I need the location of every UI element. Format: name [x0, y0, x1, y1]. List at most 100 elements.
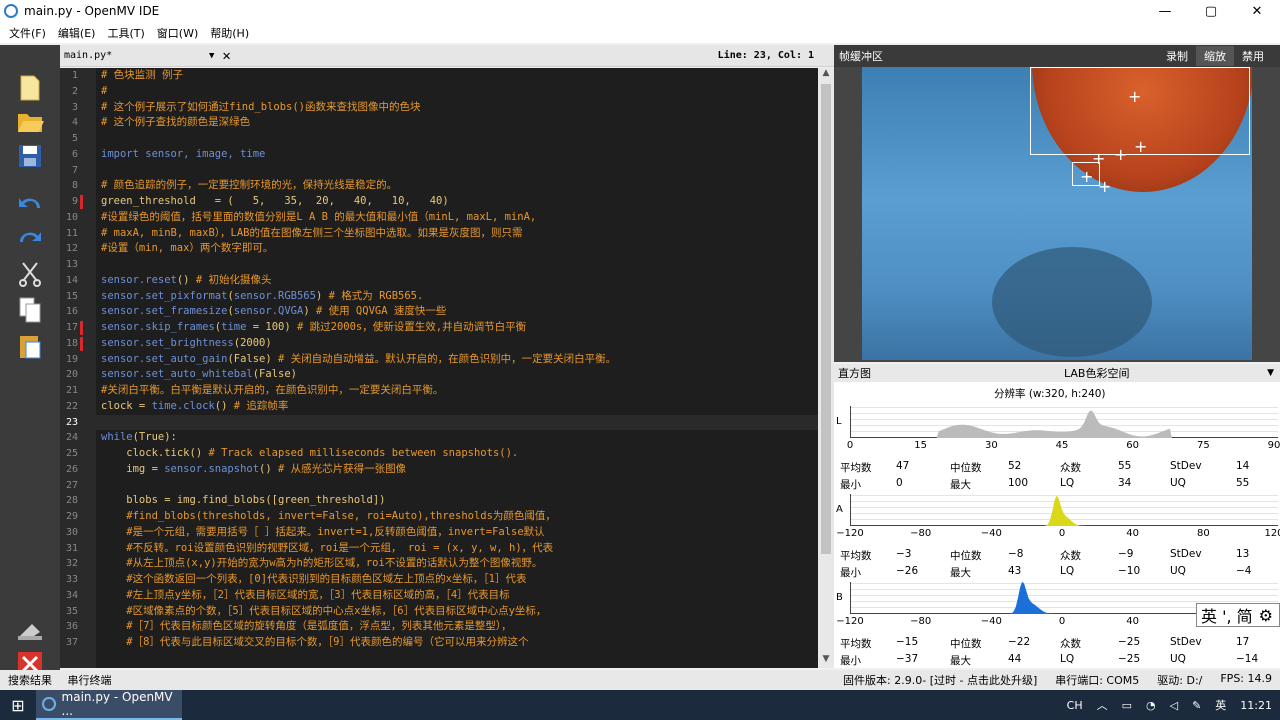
code-line[interactable]: #从左上顶点(x,y)开始的宽为w高为h的矩形区域，roi不设置的话默认为整个图… — [96, 556, 818, 572]
code-line[interactable]: #是一个元组，需要用括号［ ］括起来。invert=1,反转颜色阈值，inver… — [96, 525, 818, 541]
gear-icon[interactable]: ⚙ — [1259, 606, 1273, 625]
close-button[interactable]: ✕ — [1234, 0, 1280, 22]
code-line[interactable]: # 这个例子展示了如何通过find_blobs()函数来查找图像中的色块 — [96, 100, 818, 116]
record-button[interactable]: 录制 — [1158, 46, 1196, 66]
code-line[interactable] — [96, 257, 818, 273]
code-line[interactable]: sensor.skip_frames(time = 100) # 跳过2000s… — [96, 320, 818, 336]
serial-terminal-tab[interactable]: 串行终端 — [68, 674, 112, 687]
file-dropdown-icon[interactable]: ▼ — [209, 51, 214, 61]
serial-port: 串行端口: COM5 — [1055, 674, 1140, 687]
code-line[interactable]: #［7］代表目标颜色区域的旋转角度（是弧度值，浮点型，列表其他元素是整型）， — [96, 619, 818, 635]
firmware-version[interactable]: 固件版本: 2.9.0- [过时 - 点击此处升级] — [843, 672, 1037, 688]
menu-file[interactable]: 文件(F) — [4, 25, 51, 41]
code-line[interactable]: #find_blobs(thresholds, invert=False, ro… — [96, 509, 818, 525]
code-line[interactable]: #这个函数返回一个列表，[0]代表识别到的目标颜色区域左上顶点的x坐标，［1］代… — [96, 572, 818, 588]
code-line[interactable]: while(True): — [96, 430, 818, 446]
undo-icon[interactable] — [14, 187, 46, 217]
minimize-button[interactable]: — — [1142, 0, 1188, 22]
changed-line-marker — [80, 336, 83, 351]
disable-button[interactable]: 禁用 — [1234, 46, 1272, 66]
lang-indicator[interactable]: CH — [1067, 699, 1083, 712]
pen-icon[interactable]: ✎ — [1192, 699, 1201, 712]
windows-start-icon[interactable]: ⊞ — [0, 690, 36, 720]
code-line[interactable]: # 颜色追踪的例子，一定要控制环境的光，保持光线是稳定的。 — [96, 178, 818, 194]
line-number: 19 — [65, 353, 78, 365]
maximize-button[interactable]: ▢ — [1188, 0, 1234, 22]
code-line[interactable]: img = sensor.snapshot() # 从感光芯片获得一张图像 — [96, 462, 818, 478]
save-icon[interactable] — [14, 141, 46, 171]
new-file-icon[interactable] — [14, 73, 46, 103]
editor-scrollbar[interactable]: ▲ ▼ — [818, 68, 834, 668]
scroll-up-icon[interactable]: ▲ — [818, 68, 834, 82]
stat-label: 中位数 — [950, 462, 982, 474]
file-tab[interactable]: main.py* — [64, 50, 209, 61]
cut-icon[interactable] — [14, 259, 46, 289]
connect-icon[interactable] — [14, 615, 46, 645]
code-line[interactable] — [96, 478, 818, 494]
code-line[interactable] — [96, 163, 818, 179]
stat-label: 最小 — [840, 655, 861, 667]
code-line[interactable]: # maxA, minB, maxB），LAB的值在图像左侧三个坐标图中选取。如… — [96, 226, 818, 242]
clock[interactable]: 11:21 — [1240, 699, 1272, 712]
code-line[interactable]: #设置绿色的阈值，括号里面的数值分别是L A B 的最大值和最小值（minL, … — [96, 210, 818, 226]
tick-label: 40 — [1126, 528, 1140, 539]
code-line[interactable]: sensor.set_auto_whitebal(False) — [96, 367, 818, 383]
code-token: # Track elapsed milliseconds between sna… — [208, 447, 519, 459]
code-token: clock = — [101, 399, 152, 412]
search-results-tab[interactable]: 搜索结果 — [8, 674, 52, 687]
code-line[interactable]: # — [96, 84, 818, 100]
code-line[interactable]: #设置（min, max）两个数字即可。 — [96, 241, 818, 257]
copy-icon[interactable] — [14, 295, 46, 325]
code-line[interactable]: sensor.set_framesize(sensor.QVGA) # 使用 Q… — [96, 304, 818, 320]
code-line[interactable] — [96, 131, 818, 147]
code-line[interactable]: #区域像素点的个数，［5］代表目标区域的中心点x坐标，［6］代表目标区域中心点y… — [96, 604, 818, 620]
code-token: sensor.reset — [101, 273, 177, 286]
scroll-down-icon[interactable]: ▼ — [818, 654, 834, 668]
ime-tray-label[interactable]: 英 — [1215, 697, 1226, 713]
wifi-icon[interactable]: ◔ — [1146, 699, 1156, 712]
paste-icon[interactable] — [14, 331, 46, 361]
code-line[interactable]: #左上顶点y坐标，［2］代表目标区域的宽，［3］代表目标区域的高，［4］代表目标 — [96, 588, 818, 604]
scrollbar-thumb[interactable] — [821, 84, 831, 554]
blob-center-cross: + — [1114, 145, 1128, 164]
menu-tools[interactable]: 工具(T) — [102, 25, 149, 41]
close-tab-icon[interactable]: ✕ — [222, 48, 230, 64]
code-token: # 格式为 RGB565. — [328, 289, 424, 302]
code-line[interactable]: blobs = img.find_blobs([green_threshold]… — [96, 493, 818, 509]
chevron-down-icon[interactable]: ▼ — [1267, 368, 1274, 378]
chevron-up-icon[interactable]: ︿ — [1097, 697, 1108, 713]
ime-indicator[interactable]: 英 ', 简 ⚙ — [1196, 603, 1280, 627]
code-line[interactable]: sensor.set_brightness(2000) — [96, 336, 818, 352]
openmv-app-icon — [42, 697, 56, 711]
code-line[interactable]: # 这个例子查找的颜色是深绿色 — [96, 115, 818, 131]
menu-edit[interactable]: 编辑(E) — [53, 25, 101, 41]
code-line[interactable]: # 色块监测 例子 — [96, 68, 818, 84]
code-line[interactable]: clock.tick() # Track elapsed millisecond… — [96, 446, 818, 462]
network-icon[interactable]: ▭ — [1122, 699, 1132, 712]
zoom-button[interactable]: 缩放 — [1196, 46, 1234, 66]
stat-value: 100 — [1008, 477, 1029, 489]
colorspace-select[interactable]: LAB色彩空间 — [1064, 365, 1129, 381]
open-file-icon[interactable] — [14, 107, 46, 137]
code-line[interactable]: sensor.reset() # 初始化摄像头 — [96, 273, 818, 289]
redo-icon[interactable] — [14, 221, 46, 251]
code-line[interactable]: #关闭白平衡。白平衡是默认开启的，在颜色识别中，一定要关闭白平衡。 — [96, 383, 818, 399]
code-line[interactable]: sensor.set_auto_gain(False) # 关闭自动自动增益。默… — [96, 352, 818, 368]
volume-icon[interactable]: ◁ — [1170, 699, 1178, 712]
menu-help[interactable]: 帮助(H) — [205, 25, 254, 41]
code-line[interactable]: import sensor, image, time — [96, 147, 818, 163]
code-line[interactable]: sensor.set_pixformat(sensor.RGB565) # 格式… — [96, 289, 818, 305]
taskbar-app[interactable]: main.py - OpenMV ... — [36, 690, 182, 720]
resolution-label: 分辨率 (w:320, h:240) — [994, 388, 1106, 400]
menu-window[interactable]: 窗口(W) — [152, 25, 203, 41]
code-line[interactable] — [96, 414, 818, 431]
code-line[interactable]: clock = time.clock() # 追踪帧率 — [96, 399, 818, 415]
code-line[interactable]: green_threshold = ( 5, 35, 20, 40, 10, 4… — [96, 194, 818, 210]
camera-image: + + + + + + — [862, 67, 1252, 360]
stat-label: LQ — [1060, 653, 1075, 665]
code-line[interactable]: #不反转。roi设置颜色识别的视野区域，roi是一个元组， roi = (x, … — [96, 541, 818, 557]
code-line[interactable]: #［8］代表与此目标区域交叉的目标个数，［9］代表颜色的编号（它可以用来分辨这个 — [96, 635, 818, 651]
tick-label: −40 — [980, 616, 1002, 627]
code-token: green_threshold = ( 5, 35, 20, 40, 10, 4… — [101, 195, 449, 207]
code-editor[interactable]: # 色块监测 例子 # # 这个例子展示了如何通过find_blobs()函数来查找… — [96, 68, 818, 668]
